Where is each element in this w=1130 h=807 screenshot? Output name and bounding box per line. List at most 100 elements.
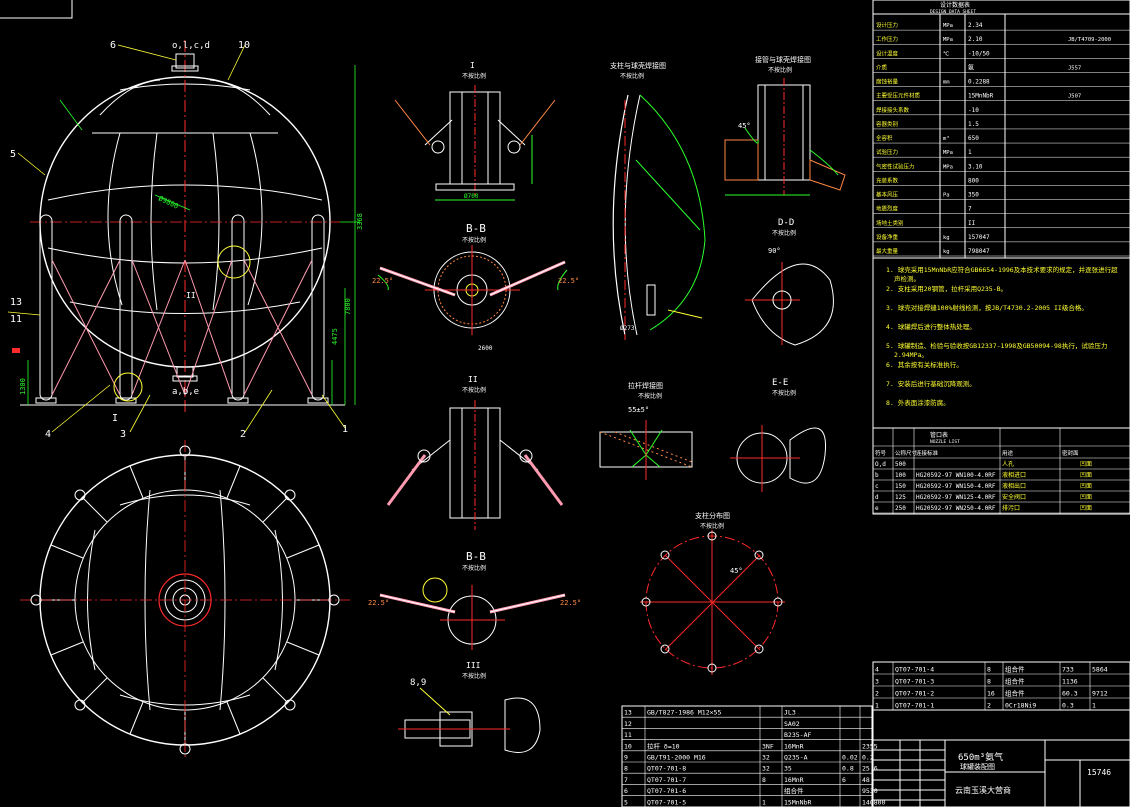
design-row-name: 主要受压元件材质 (876, 92, 921, 100)
nozzle-std: HG20592-97 WN150-4.0RF (916, 483, 996, 490)
note-line: 5. 球罐制造、检验与验收按GB12337-1998及GB50094-98执行，… (886, 341, 1107, 350)
design-row-name: 工作压力 (876, 35, 898, 43)
design-row-value: 氨 (968, 63, 974, 71)
nozzle-header: 符号 (875, 449, 887, 457)
part-no: 8 (624, 765, 628, 773)
design-row-value: 157047 (968, 234, 990, 241)
cad-drawing-canvas[interactable]: 6 o,l,c,d 10 5 13 11 4 3 2 1 I II a,b,e … (0, 0, 1130, 807)
design-row-name: 气密性试验压力 (876, 162, 915, 170)
dim-support-dia: Ø700 (464, 193, 479, 200)
design-row-value: 1.5 (968, 121, 979, 128)
part-code: 拉杆 δ=10 (647, 741, 680, 750)
design-row-name: 最大重量 (876, 247, 899, 255)
part-qty: 3NF (762, 742, 774, 750)
nozzle-sym: O,d (875, 461, 886, 468)
part-no: 13 (624, 709, 632, 717)
design-row-unit: ℃ (943, 51, 950, 57)
part-tw: 5864 (1092, 666, 1108, 674)
part-code: QT07-701-4 (895, 666, 934, 674)
part-w: 60.3 (1062, 690, 1078, 698)
note-line: 4. 球罐焊后进行整体热处理。 (886, 322, 976, 331)
design-row-unit: kg (943, 235, 950, 241)
title-name-line2: 球罐装配图 (960, 762, 995, 771)
design-row-unit: m³ (943, 135, 950, 142)
part-qty: 32 (762, 754, 770, 762)
nozzle-face: 凹面 (1080, 483, 1092, 490)
part-mat: 16MnR (784, 776, 804, 784)
note-line-cont: 2.94MPa。 (894, 351, 928, 359)
part-no: 11 (624, 731, 632, 739)
part-w: 1136 (1062, 678, 1078, 686)
design-row-value: 3.10 (968, 163, 983, 170)
part-mat: 组合件 (1005, 665, 1025, 674)
part-code: QT07-701-2 (895, 690, 934, 698)
design-row-unit: Pa (943, 193, 950, 199)
part-tw: 9712 (1092, 690, 1108, 698)
design-row-value: -10 (968, 107, 979, 114)
design-row-unit: MPa (943, 150, 953, 156)
nozzle-size: 150 (895, 483, 906, 490)
design-row-name: 试验压力 (876, 148, 898, 156)
part-no: 4 (875, 666, 879, 674)
nozzle-size: 125 (895, 494, 906, 501)
design-sheet-subtitle: DESIGN DATA SHEET (930, 9, 976, 15)
support-weld-scale: 不按比例 (620, 72, 644, 80)
design-row-value: 1 (968, 149, 972, 156)
design-row-value: 2.34 (968, 22, 983, 29)
section-dd-title: D-D (778, 218, 794, 228)
nozzle-use: 人孔 (1002, 460, 1014, 468)
part-tw: 0.2 (862, 754, 874, 762)
part-mat: B235-AF (784, 731, 811, 739)
part-w: 0.02 (842, 754, 858, 762)
support-layout-title: 支柱分布图 (695, 511, 730, 520)
callout-13: 13 (10, 297, 22, 308)
weld-angle: 55±5° (628, 406, 649, 414)
design-row-unit: MPa (943, 23, 953, 29)
title-name-line1: 650m³氨气 (958, 751, 1003, 763)
part-no: 6 (624, 787, 628, 795)
part-no: 10 (624, 742, 632, 750)
nozzle-size: 250 (895, 505, 906, 512)
part-tw: 2355 (862, 742, 878, 750)
part-mat: Q235-A (784, 754, 808, 762)
part-qty: 1 (762, 798, 766, 806)
bb-angle-right: 22.5° (558, 277, 579, 285)
note-line: 1. 球壳采用15MnNbR应符合GB6654-1996及本技术要求的规定，并逐… (886, 265, 1118, 274)
callout-6: 6 (110, 40, 116, 51)
note-line: 8. 外表面涂漆防腐。 (886, 398, 950, 407)
part-w: 0.3 (1062, 702, 1074, 710)
part-mat: 15MnNbR (784, 798, 811, 806)
part-mat: SA02 (784, 720, 800, 728)
part-no: 5 (624, 798, 628, 806)
part-mat: 组合件 (1005, 689, 1025, 698)
part-w: 733 (1062, 666, 1074, 674)
detail-II-marker: II (186, 291, 196, 300)
nozzle-header: 公称尺寸 (895, 449, 918, 457)
design-row-name: 场地土类别 (876, 219, 904, 227)
design-spec-value: JB/T4709-2000 (1068, 37, 1111, 43)
nozzle-use: 排污口 (1002, 504, 1020, 512)
part-mat: 0Cr18Ni9 (1005, 702, 1036, 710)
design-row-unit: mm (943, 80, 950, 86)
part-code: GB/T91-2000 M16 (647, 754, 706, 762)
nozzle-std: HG20592-97 WN125-4.0RF (916, 494, 996, 501)
nozzle-top-label: o,l,c,d (172, 41, 210, 51)
section-bb2-title: B-B (466, 550, 486, 563)
part-code: QT07-701-7 (647, 776, 686, 784)
nozzle-std: HG20592-97 WN100-4.0RF (916, 472, 996, 479)
design-row-value: 7 (968, 206, 972, 213)
note-line: 6. 其余按有关标准执行。 (886, 360, 963, 369)
part-no: 7 (624, 776, 628, 784)
part-no: 9 (624, 754, 628, 762)
part-tw: 9530 (862, 787, 878, 795)
part-qty: 8 (762, 776, 766, 784)
design-row-name: 设计压力 (876, 21, 898, 29)
part-mat: 组合件 (784, 786, 804, 795)
design-row-name: 充装系数 (876, 176, 899, 184)
part-no: 1 (875, 702, 879, 710)
detail-I-marker: I (112, 413, 118, 424)
weld-title: 拉杆焊接图 (628, 381, 663, 390)
nozzle-size: 500 (895, 461, 906, 468)
nozzle-use: 液相进口 (1002, 471, 1026, 479)
design-row-name: 腐蚀裕量 (876, 78, 899, 86)
